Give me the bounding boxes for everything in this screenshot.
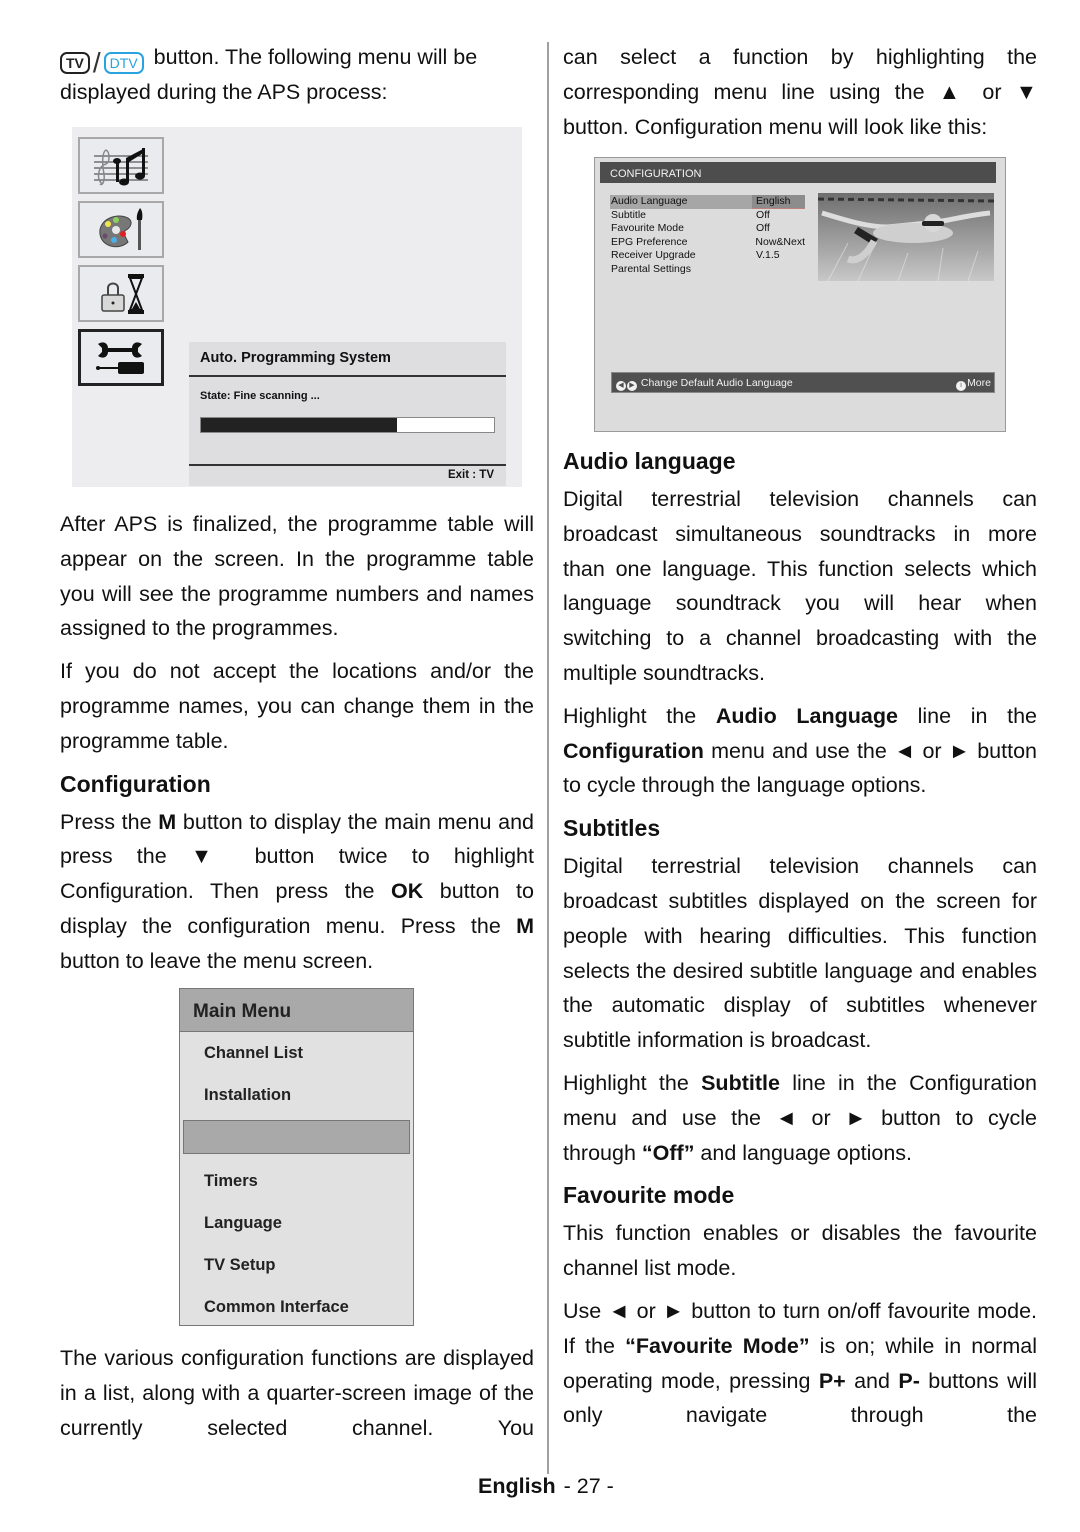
tv-button-icon: TV [60,52,90,74]
config-row-value: Off [756,208,770,221]
text-run: Press the [60,809,159,834]
audio-paragraph-2: Highlight the Audio Language line in the… [563,699,1037,803]
config-row-label: EPG Preference [611,235,688,248]
aps-exit-hint: Exit : TV [447,469,494,481]
text-run: Highlight the [563,1070,702,1095]
para-select: can select a function by highlighting th… [563,45,1037,139]
subtitles-heading: Subtitles [563,815,661,842]
menu-item-timers: Timers [204,1172,258,1190]
config-row-label: Receiver Upgrade [611,249,696,261]
text-run: button to leave the menu screen. [60,948,374,973]
bold-term: Subtitle [701,1070,780,1095]
config-hint-text: Change Default Audio Language [640,377,793,389]
page-footer: English - 27 - [478,1474,614,1499]
subtitles-paragraph-2: Highlight the Subtitle line in the Confi… [563,1066,1037,1170]
left-arrow-button-icon: ◀ [616,381,626,391]
favourite-paragraph: This function enables or disables the fa… [563,1221,1037,1281]
main-menu-illustration: Main Menu Channel List Installation Time… [179,988,414,1326]
config-hint-bar: ◀ ▶ Change Default Audio Language i More [611,372,995,393]
ok-key-label: OK [391,879,424,904]
audio-paragraph: Digital terrestrial television channels … [563,487,1037,685]
menu-item-common-interface: Common Interface [204,1298,349,1316]
lock-timer-icon [78,265,164,322]
left-column-end: The various configuration functions are … [60,1341,534,1453]
text-run: line in the [897,703,1037,728]
para-locations: If you do not accept the locations and/o… [60,659,534,753]
text-run: and language options. [694,1140,913,1165]
p-plus-key-label: P+ [818,1368,846,1393]
page-number: - 27 - [563,1474,614,1498]
footer-language: English [478,1474,556,1498]
right-column-top: can select a function by highlighting th… [563,40,1037,152]
tools-icon [78,329,164,386]
channel-preview-image [818,193,994,281]
palette-icon [78,201,164,258]
configuration-heading: Configuration [60,770,211,797]
aps-dialog: Auto. Programming System State: Fine sca… [189,342,506,486]
menu-item-configuration-highlighted [183,1120,410,1154]
left-column: TV / DTV button. The following menu will… [60,40,534,118]
intro-paragraph: TV / DTV button. The following menu will… [60,40,534,110]
config-list: Audio Language English Subtitle Off Favour… [610,195,805,276]
bold-term: Audio Language [715,703,898,728]
aps-screen-illustration: Auto. Programming System State: Fine sca… [72,127,522,487]
more-hint: i More [956,373,991,394]
m-key-label: M [516,913,534,938]
menu-item-installation: Installation [204,1086,292,1104]
para-after-aps: After APS is finalized, the programme ta… [60,512,534,641]
right-column-body: Audio language Digital terrestrial telev… [563,444,1037,1441]
config-screen-title: CONFIGURATION [600,162,996,183]
text-run: Highlight the [563,703,716,728]
config-row-value: Now&Next [755,235,805,248]
para-various: The various configuration functions are … [60,1346,534,1440]
config-row-favourite-mode: Favourite Mode Off [610,222,805,236]
configuration-screen-illustration: CONFIGURATION Audio Language English Subt… [594,157,1006,432]
right-arrow-button-icon: ▶ [627,381,637,391]
p-minus-key-label: P- [898,1368,920,1393]
config-row-label: Subtitle [611,208,647,221]
aps-dialog-title: Auto. Programming System [189,342,506,377]
slash-separator: / [92,47,101,78]
aps-footer-divider [189,464,506,466]
dtv-button-icon: DTV [103,52,144,74]
config-row-epg-preference: EPG Preference Now&Next [610,236,805,250]
aps-progress-bar [200,417,495,433]
column-divider [547,42,549,1474]
music-icon [78,137,164,194]
config-row-value: English [752,195,805,209]
more-label: More [967,377,991,389]
config-row-parental-settings: Parental Settings [610,263,805,277]
favourite-paragraph-2: Use ◄ or ► button to turn on/off favouri… [563,1294,1037,1433]
info-icon: i [956,381,967,391]
aps-progress-fill [201,418,398,432]
aps-state-text: State: Fine scanning ... [200,390,320,402]
config-row-value: V.1.5 [756,249,780,261]
menu-item-channel-list: Channel List [204,1044,304,1062]
favourite-mode-heading: Favourite mode [563,1182,735,1209]
audio-language-heading: Audio language [563,448,736,474]
config-row-subtitle: Subtitle Off [610,209,805,223]
config-row-label: Parental Settings [611,262,691,275]
tv-dtv-button-icons: TV / DTV [60,47,144,78]
menu-item-language: Language [204,1214,282,1232]
bold-term: Configuration [563,738,704,763]
main-menu-title: Main Menu [180,989,413,1032]
config-paragraph: Press the M button to display the main m… [60,805,534,979]
bold-term: “Off” [641,1140,695,1165]
config-row-value [752,263,805,277]
config-row-audio-language: Audio Language English [610,195,805,209]
subtitles-paragraph: Digital terrestrial television channels … [563,854,1037,1053]
left-column-body: After APS is finalized, the programme ta… [60,507,534,987]
config-row-receiver-upgrade: Receiver Upgrade V.1.5 [610,249,805,263]
config-row-label: Audio Language [610,195,753,209]
config-row-label: Favourite Mode [611,222,684,234]
bold-term: “Favourite Mode” [625,1333,810,1358]
config-row-value: Off [756,222,770,234]
m-key-label: M [158,809,177,834]
text-run: and [845,1368,899,1393]
menu-item-tv-setup: TV Setup [204,1256,276,1274]
